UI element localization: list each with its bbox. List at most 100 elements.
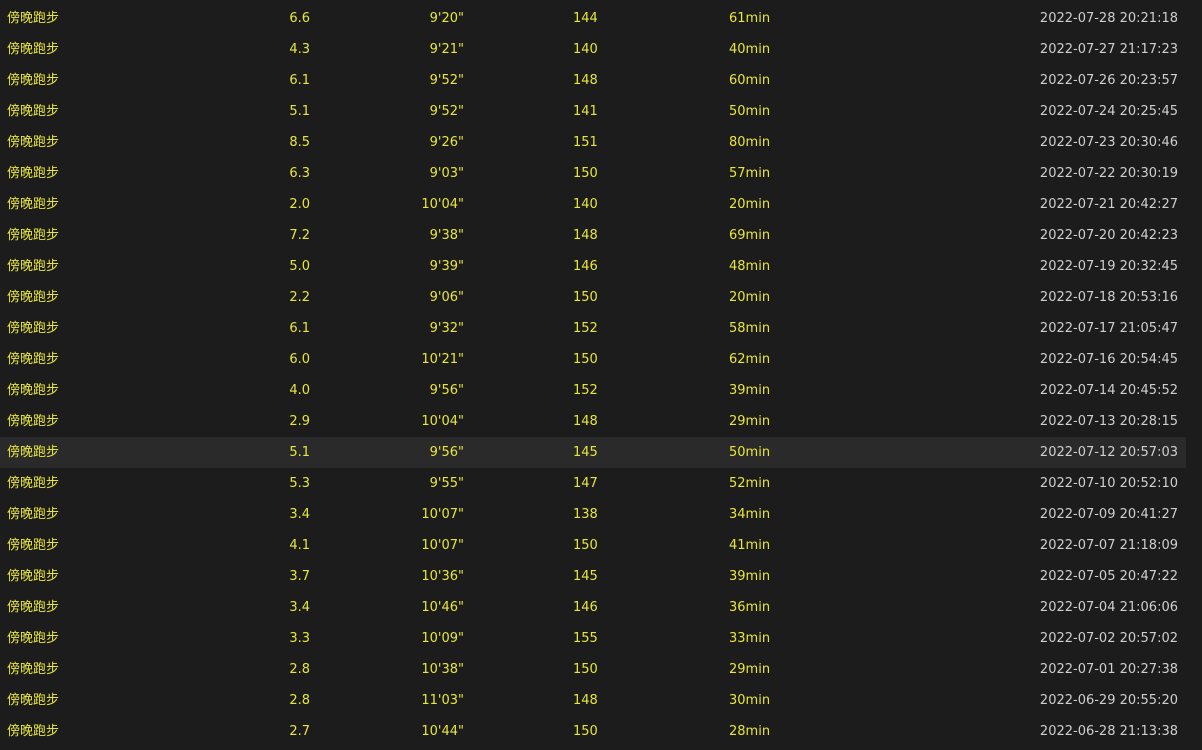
activity-type-cell: 傍晚跑步 <box>7 693 60 708</box>
table-row[interactable]: 傍晚跑步 6.3 9'03" 150 57min 2022-07-22 20:30:19 <box>0 158 1186 189</box>
duration-cell: 48min <box>729 259 771 274</box>
pace-cell: 9'21" <box>429 42 464 57</box>
table-row[interactable]: 傍晚跑步 5.3 9'55" 147 52min 2022-07-10 20:52:10 <box>0 468 1186 499</box>
pace-cell: 9'56" <box>429 383 464 398</box>
distance-km-cell: 4.0 <box>289 383 310 398</box>
activity-type-cell: 傍晚跑步 <box>7 414 60 429</box>
heart-rate-cell: 147 <box>573 476 598 491</box>
duration-cell: 50min <box>729 445 771 460</box>
duration-cell: 29min <box>729 662 771 677</box>
activity-type-cell: 傍晚跑步 <box>7 228 60 243</box>
table-row[interactable]: 傍晚跑步 2.0 10'04" 140 20min 2022-07-21 20:42:27 <box>0 189 1186 220</box>
heart-rate-cell: 140 <box>573 42 598 57</box>
distance-km-cell: 6.1 <box>289 73 310 88</box>
table-row[interactable]: 傍晚跑步 2.9 10'04" 148 29min 2022-07-13 20:28:15 <box>0 406 1186 437</box>
activity-type-cell: 傍晚跑步 <box>7 321 60 336</box>
pace-cell: 9'03" <box>429 166 464 181</box>
duration-cell: 50min <box>729 104 771 119</box>
table-row[interactable]: 傍晚跑步 4.1 10'07" 150 41min 2022-07-07 21:18:09 <box>0 530 1186 561</box>
heart-rate-cell: 150 <box>573 166 598 181</box>
table-row[interactable]: 傍晚跑步 5.1 9'52" 141 50min 2022-07-24 20:25:45 <box>0 96 1186 127</box>
distance-km-cell: 4.3 <box>289 42 310 57</box>
table-row[interactable]: 傍晚跑步 6.1 9'32" 152 58min 2022-07-17 21:05:47 <box>0 313 1186 344</box>
distance-km-cell: 6.6 <box>289 11 310 26</box>
activity-type-cell: 傍晚跑步 <box>7 662 60 677</box>
distance-km-cell: 2.7 <box>289 724 310 739</box>
duration-cell: 39min <box>729 383 771 398</box>
activity-type-cell: 傍晚跑步 <box>7 104 60 119</box>
datetime-cell: 2022-07-20 20:42:23 <box>1039 228 1178 243</box>
distance-km-cell: 3.4 <box>289 507 310 522</box>
table-row[interactable]: 傍晚跑步 3.7 10'36" 145 39min 2022-07-05 20:47:22 <box>0 561 1186 592</box>
table-row[interactable]: 傍晚跑步 8.5 9'26" 151 80min 2022-07-23 20:30:46 <box>0 127 1186 158</box>
heart-rate-cell: 155 <box>573 631 598 646</box>
duration-cell: 36min <box>729 600 771 615</box>
heart-rate-cell: 148 <box>573 228 598 243</box>
table-row[interactable]: 傍晚跑步 7.2 9'38" 148 69min 2022-07-20 20:42:23 <box>0 220 1186 251</box>
datetime-cell: 2022-07-12 20:57:03 <box>1039 445 1178 460</box>
heart-rate-cell: 150 <box>573 538 598 553</box>
table-row[interactable]: 傍晚跑步 3.4 10'07" 138 34min 2022-07-09 20:41:27 <box>0 499 1186 530</box>
activity-type-cell: 傍晚跑步 <box>7 352 60 367</box>
table-row[interactable]: 傍晚跑步 3.3 10'09" 155 33min 2022-07-02 20:57:02 <box>0 623 1186 654</box>
heart-rate-cell: 145 <box>573 569 598 584</box>
heart-rate-cell: 146 <box>573 600 598 615</box>
distance-km-cell: 2.9 <box>289 414 310 429</box>
table-row[interactable]: 傍晚跑步 2.2 9'06" 150 20min 2022-07-18 20:53:16 <box>0 282 1186 313</box>
duration-cell: 61min <box>729 11 771 26</box>
table-row[interactable]: 傍晚跑步 6.0 10'21" 150 62min 2022-07-16 20:54:45 <box>0 344 1186 375</box>
datetime-cell: 2022-07-13 20:28:15 <box>1039 414 1178 429</box>
distance-km-cell: 5.1 <box>289 445 310 460</box>
duration-cell: 40min <box>729 42 771 57</box>
table-row[interactable]: 傍晚跑步 5.0 9'39" 146 48min 2022-07-19 20:32:45 <box>0 251 1186 282</box>
distance-km-cell: 2.8 <box>289 693 310 708</box>
table-row[interactable]: 傍晚跑步 4.3 9'21" 140 40min 2022-07-27 21:17:23 <box>0 34 1186 65</box>
datetime-cell: 2022-07-14 20:45:52 <box>1039 383 1178 398</box>
activity-type-cell: 傍晚跑步 <box>7 538 60 553</box>
pace-cell: 9'20" <box>429 11 464 26</box>
duration-cell: 34min <box>729 507 771 522</box>
activity-type-cell: 傍晚跑步 <box>7 135 60 150</box>
datetime-cell: 2022-07-27 21:17:23 <box>1039 42 1178 57</box>
activity-type-cell: 傍晚跑步 <box>7 73 60 88</box>
heart-rate-cell: 146 <box>573 259 598 274</box>
table-row[interactable]: 傍晚跑步 2.7 10'44" 150 28min 2022-06-28 21:13:38 <box>0 716 1186 747</box>
table-row[interactable]: 傍晚跑步 2.8 10'38" 150 29min 2022-07-01 20:27:38 <box>0 654 1186 685</box>
datetime-cell: 2022-07-10 20:52:10 <box>1039 476 1178 491</box>
activity-type-cell: 傍晚跑步 <box>7 600 60 615</box>
pace-cell: 10'04" <box>421 414 464 429</box>
distance-km-cell: 2.8 <box>289 662 310 677</box>
distance-km-cell: 6.0 <box>289 352 310 367</box>
activity-type-cell: 傍晚跑步 <box>7 476 60 491</box>
duration-cell: 69min <box>729 228 771 243</box>
table-row[interactable]: 傍晚跑步 4.0 9'56" 152 39min 2022-07-14 20:45:52 <box>0 375 1186 406</box>
distance-km-cell: 4.1 <box>289 538 310 553</box>
datetime-cell: 2022-06-28 21:13:38 <box>1039 724 1178 739</box>
duration-cell: 28min <box>729 724 771 739</box>
pace-cell: 11'03" <box>421 693 464 708</box>
pace-cell: 9'39" <box>429 259 464 274</box>
table-row[interactable]: 傍晚跑步 2.8 11'03" 148 30min 2022-06-29 20:55:20 <box>0 685 1186 716</box>
heart-rate-cell: 141 <box>573 104 598 119</box>
duration-cell: 29min <box>729 414 771 429</box>
activity-type-cell: 傍晚跑步 <box>7 631 60 646</box>
table-row[interactable]: 傍晚跑步 6.6 9'20" 144 61min 2022-07-28 20:21:18 <box>0 3 1186 34</box>
activity-type-cell: 傍晚跑步 <box>7 42 60 57</box>
pace-cell: 10'44" <box>421 724 464 739</box>
duration-cell: 80min <box>729 135 771 150</box>
duration-cell: 58min <box>729 321 771 336</box>
heart-rate-cell: 145 <box>573 445 598 460</box>
pace-cell: 9'38" <box>429 228 464 243</box>
table-row[interactable]: 傍晚跑步 3.4 10'46" 146 36min 2022-07-04 21:06:06 <box>0 592 1186 623</box>
table-row[interactable]: 傍晚跑步 5.1 9'56" 145 50min 2022-07-12 20:57:03 <box>0 437 1186 468</box>
distance-km-cell: 5.0 <box>289 259 310 274</box>
pace-cell: 10'38" <box>421 662 464 677</box>
distance-km-cell: 2.2 <box>289 290 310 305</box>
duration-cell: 30min <box>729 693 771 708</box>
heart-rate-cell: 152 <box>573 321 598 336</box>
pace-cell: 10'21" <box>421 352 464 367</box>
duration-cell: 33min <box>729 631 771 646</box>
table-row[interactable]: 傍晚跑步 6.1 9'52" 148 60min 2022-07-26 20:23:57 <box>0 65 1186 96</box>
duration-cell: 62min <box>729 352 771 367</box>
activity-type-cell: 傍晚跑步 <box>7 259 60 274</box>
